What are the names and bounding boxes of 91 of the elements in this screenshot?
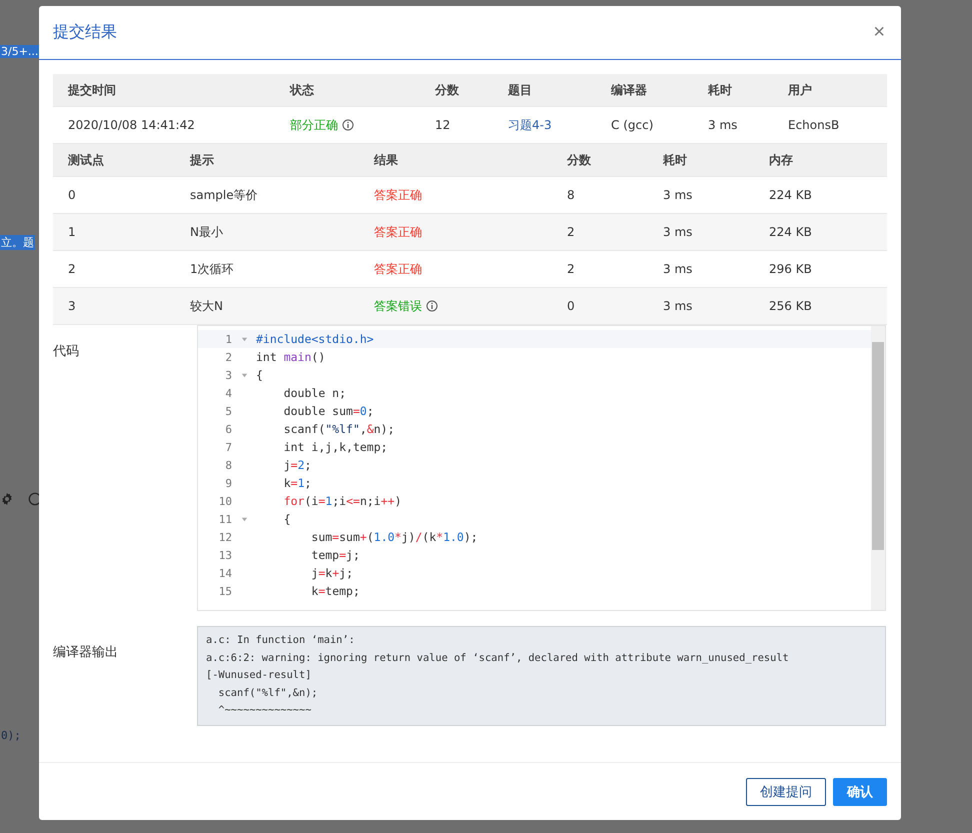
line-number: 14 — [218, 566, 232, 580]
line-number: 9 — [224, 476, 232, 490]
fold-icon[interactable] — [240, 372, 248, 378]
table-cell: EchonsB — [788, 118, 840, 132]
line-number: 12 — [218, 530, 232, 544]
line-number: 13 — [218, 548, 232, 562]
info-icon[interactable] — [426, 300, 438, 312]
dialog-title: 提交结果 — [53, 22, 117, 43]
column-header: 编译器 — [611, 82, 647, 98]
ask-button[interactable]: 创建提问 — [746, 778, 826, 806]
line-number: 11 — [218, 512, 232, 526]
table-cell: 3 ms — [663, 188, 692, 202]
table-cell: 8 — [567, 188, 575, 202]
result-text: 答案正确 — [374, 186, 422, 204]
line-number: 8 — [224, 458, 232, 472]
column-header: 内存 — [769, 152, 793, 168]
table-cell: 2020/10/08 14:41:42 — [68, 118, 195, 132]
table-cell: N最小 — [190, 224, 223, 240]
table-cell: 224 KB — [769, 188, 812, 202]
table-cell: 296 KB — [769, 262, 812, 276]
code-line: j=2; — [282, 458, 312, 472]
code-line: { — [282, 512, 291, 526]
column-header: 分数 — [567, 152, 591, 168]
table-cell: 3 ms — [708, 118, 738, 132]
code-line: { — [256, 368, 263, 382]
table-cell: 12 — [435, 118, 450, 132]
fold-icon[interactable] — [240, 516, 248, 522]
code-line: j=k+j; — [310, 566, 353, 580]
column-header: 提交时间 — [68, 82, 116, 98]
line-number: 2 — [224, 350, 232, 364]
column-header: 耗时 — [708, 82, 732, 98]
table-cell: 3 ms — [663, 262, 692, 276]
column-header: 分数 — [435, 82, 459, 98]
table-cell: 较大N — [190, 298, 223, 314]
table-cell: 256 KB — [769, 299, 812, 313]
code-line: #include<stdio.h> — [256, 332, 374, 346]
line-number: 6 — [224, 422, 232, 436]
table-cell: 3 ms — [663, 225, 692, 239]
scrollbar[interactable] — [871, 326, 885, 610]
line-number: 4 — [224, 386, 232, 400]
code-line: int i,j,k,temp; — [282, 440, 388, 454]
background-code: 0); — [0, 729, 22, 742]
column-header: 提示 — [190, 152, 214, 168]
background-text: 立。题 — [0, 235, 35, 250]
column-header: 题目 — [508, 82, 532, 98]
table-cell: 2 — [567, 262, 575, 276]
status-text: 部分正确 — [290, 116, 338, 134]
column-header: 用户 — [788, 82, 812, 98]
result-text: 答案正确 — [374, 224, 422, 240]
code-editor[interactable] — [197, 325, 886, 611]
table-cell: 1次循环 — [190, 260, 234, 278]
confirm-button[interactable]: 确认 — [833, 778, 887, 806]
field-label: 代码 — [53, 343, 80, 360]
code-line: temp=j; — [310, 548, 360, 562]
line-number: 5 — [224, 404, 232, 418]
table-cell: 1 — [68, 225, 76, 239]
output-box: a.c: In function ‘main’: a.c:6:2: warning: ignoring return value of ‘scanf’, declared with attribute warn_unused_result [-Wunused-result] scanf("%lf",&n); ^~~~~~~~~~~~~~~ — [197, 626, 886, 726]
table-cell: 0 — [567, 299, 575, 313]
problem-link[interactable]: 习题4-3 — [508, 116, 552, 134]
table-cell: 0 — [68, 188, 76, 202]
line-number: 10 — [218, 494, 232, 508]
info-icon[interactable] — [342, 119, 354, 131]
code-line: int main() — [256, 350, 326, 364]
code-line: k=1; — [282, 476, 312, 490]
table-cell: C (gcc) — [611, 118, 654, 132]
line-number: 1 — [224, 332, 232, 346]
line-number: 7 — [224, 440, 232, 454]
result-text: 答案正确 — [374, 260, 422, 278]
line-number: 3 — [224, 368, 232, 382]
table-cell: sample等价 — [190, 186, 258, 204]
table-cell: 3 — [68, 299, 76, 313]
column-header: 耗时 — [663, 152, 687, 168]
code-line: k=temp; — [310, 584, 360, 598]
close-button[interactable]: × — [871, 21, 887, 44]
column-header: 结果 — [374, 152, 398, 168]
field-label: 编译器输出 — [53, 644, 119, 661]
table-cell: 2 — [567, 225, 575, 239]
background-text: 3/5+... — [0, 45, 40, 58]
column-header: 状态 — [290, 82, 314, 98]
code-line: for(i=1;i<=n;i++) — [282, 494, 402, 508]
code-line: double sum=0; — [282, 404, 374, 418]
table-cell: 2 — [68, 262, 76, 276]
column-header: 测试点 — [68, 152, 104, 168]
code-line: double n; — [282, 386, 346, 400]
result-text: 答案错误 — [374, 298, 422, 314]
fold-icon[interactable] — [240, 336, 248, 342]
line-number: 15 — [218, 584, 232, 598]
code-line: sum=sum+(1.0*j)/(k*1.0); — [310, 530, 478, 544]
table-cell: 3 ms — [663, 299, 692, 313]
table-cell: 224 KB — [769, 225, 812, 239]
code-line: scanf("%lf",&n); — [282, 422, 395, 436]
